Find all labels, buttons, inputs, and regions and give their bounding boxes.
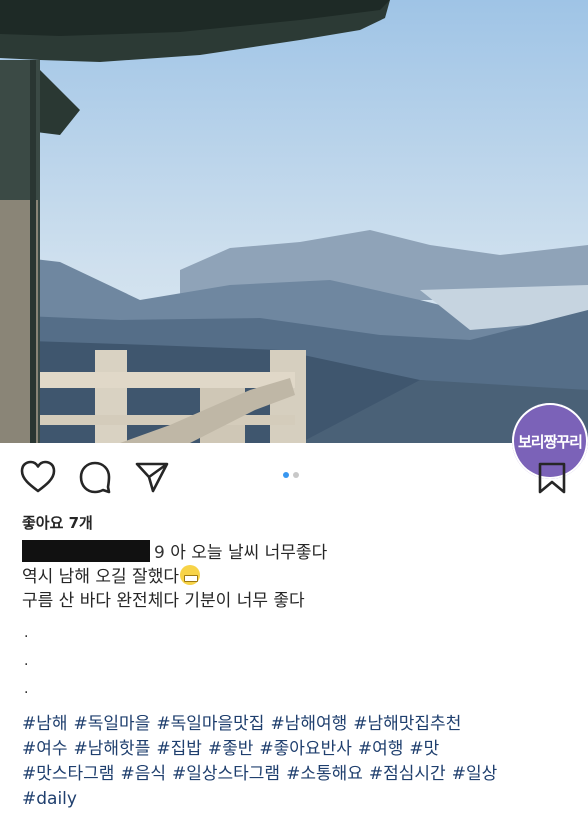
bookmark-icon[interactable] bbox=[537, 461, 567, 495]
hashtag-link[interactable]: #남해 bbox=[22, 714, 68, 734]
hashtag-row: #맛스타그램 #음식 #일상스타그램 #소통해요 #점심시간 #일상 bbox=[22, 762, 582, 787]
caption-dot-3: . bbox=[24, 681, 29, 697]
carousel-dot bbox=[293, 472, 299, 478]
hashtag-link[interactable]: #집밥 bbox=[156, 739, 202, 759]
hashtag-link[interactable]: #일상 bbox=[452, 764, 498, 784]
redacted-username bbox=[22, 540, 150, 562]
landscape-image bbox=[0, 0, 588, 443]
heart-outline-icon[interactable] bbox=[20, 460, 56, 494]
caption-line-1: 9 아 오늘 날씨 너무좋다 bbox=[22, 540, 572, 565]
hashtag-link[interactable]: #독일마을맛집 bbox=[156, 714, 264, 734]
caption-dot-2: . bbox=[24, 653, 29, 669]
likes-count[interactable]: 좋아요 7개 bbox=[22, 512, 93, 533]
caption-text-1: 아 오늘 날씨 너무좋다 bbox=[170, 543, 328, 563]
post-caption: 9 아 오늘 날씨 너무좋다 역시 남해 오길 잘했다 구름 산 바다 완전체다… bbox=[22, 540, 572, 703]
hashtag-link[interactable]: #점심시간 bbox=[369, 764, 446, 784]
comment-bubble-icon[interactable] bbox=[78, 460, 112, 494]
hashtag-link[interactable]: #좋반 bbox=[208, 739, 254, 759]
paper-plane-icon[interactable] bbox=[134, 460, 170, 494]
carousel-dot-active bbox=[283, 472, 289, 478]
caption-text-3: 구름 산 바다 완전체다 기분이 너무 좋다 bbox=[22, 591, 305, 611]
caption-dot-1: . bbox=[24, 625, 29, 641]
caption-text-2: 역시 남해 오길 잘했다 bbox=[22, 567, 179, 587]
hashtag-link[interactable]: #남해핫플 bbox=[74, 739, 151, 759]
hashtag-link[interactable]: #맛스타그램 bbox=[22, 764, 114, 784]
hashtag-row: #daily bbox=[22, 787, 582, 812]
carousel-indicator bbox=[283, 472, 299, 478]
hashtag-link[interactable]: #여수 bbox=[22, 739, 68, 759]
hashtag-link[interactable]: #맛 bbox=[409, 739, 439, 759]
grinning-emoji-icon bbox=[179, 565, 200, 585]
hashtag-link[interactable]: #좋아요반사 bbox=[259, 739, 351, 759]
hashtag-link[interactable]: #소통해요 bbox=[286, 764, 363, 784]
username-suffix[interactable]: 9 bbox=[154, 543, 165, 563]
hashtag-link[interactable]: #일상스타그램 bbox=[172, 764, 280, 784]
hashtag-row: #남해 #독일마을 #독일마을맛집 #남해여행 #남해맛집추천 bbox=[22, 712, 582, 737]
caption-line-3: 구름 산 바다 완전체다 기분이 너무 좋다 bbox=[22, 589, 572, 613]
hashtag-link[interactable]: #daily bbox=[22, 789, 77, 809]
caption-line-2: 역시 남해 오길 잘했다 bbox=[22, 565, 572, 589]
hashtag-link[interactable]: #독일마을 bbox=[74, 714, 151, 734]
post-photo[interactable] bbox=[0, 0, 588, 443]
hashtag-list: #남해 #독일마을 #독일마을맛집 #남해여행 #남해맛집추천 #여수 #남해핫플 #집밥 #좋… bbox=[22, 712, 582, 812]
hashtag-link[interactable]: #여행 bbox=[358, 739, 404, 759]
hashtag-link[interactable]: #남해여행 bbox=[270, 714, 347, 734]
hashtag-row: #여수 #남해핫플 #집밥 #좋반 #좋아요반사 #여행 #맛 bbox=[22, 737, 582, 762]
hashtag-link[interactable]: #음식 bbox=[120, 764, 166, 784]
hashtag-link[interactable]: #남해맛집추천 bbox=[353, 714, 461, 734]
